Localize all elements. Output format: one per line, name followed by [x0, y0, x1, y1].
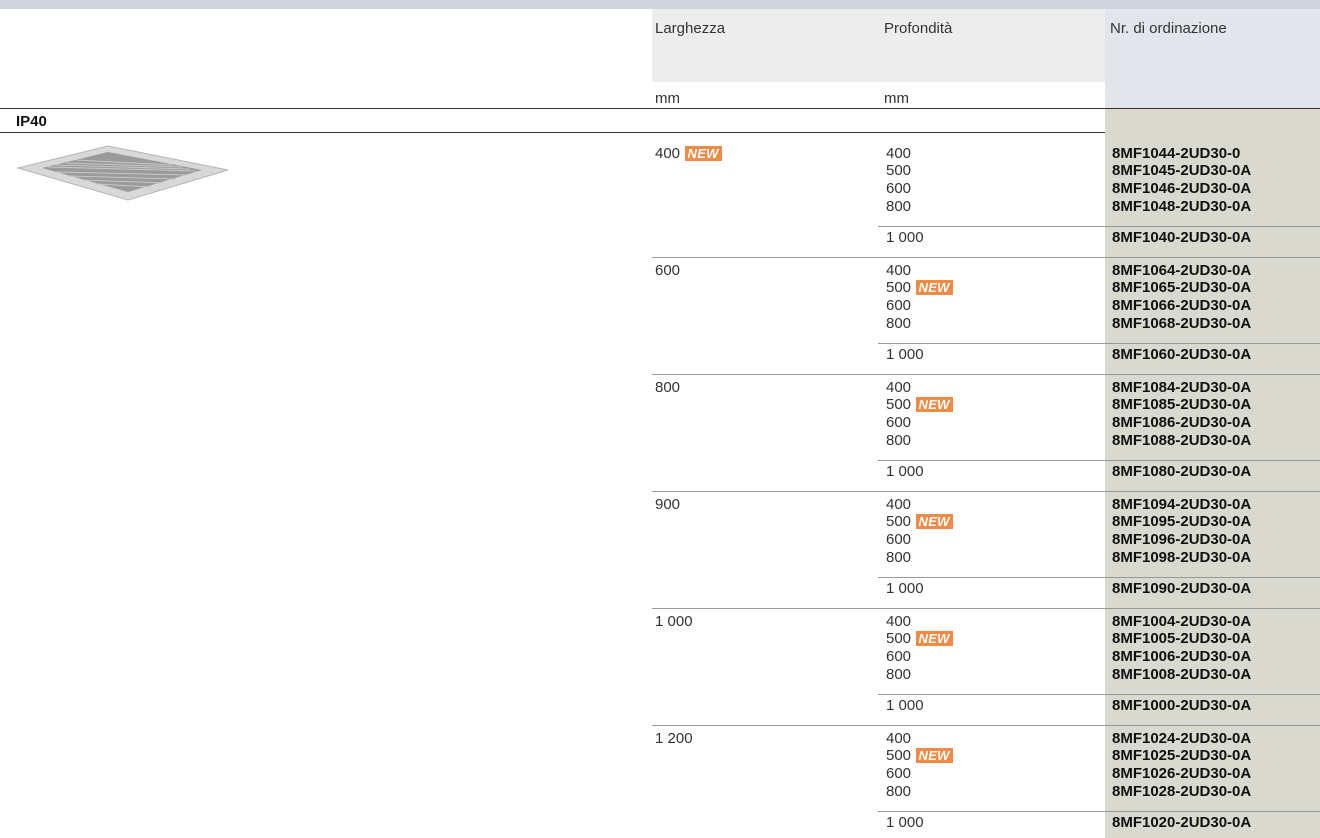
- depth-value: 1 000: [886, 463, 924, 480]
- new-badge: NEW: [915, 280, 953, 295]
- depth-value: 800: [886, 315, 912, 332]
- width-value: 600: [655, 262, 681, 279]
- unit-profondita: mm: [884, 90, 909, 107]
- order-number: 8MF1066-2UD30-0A: [1112, 297, 1252, 314]
- product-image-grille: [16, 144, 230, 213]
- depth-value: 500: [886, 396, 912, 413]
- depth-value: 600: [886, 297, 912, 314]
- order-number: 8MF1004-2UD30-0A: [1112, 613, 1252, 630]
- depth-value: 500: [886, 279, 912, 296]
- depth-value: 1 000: [886, 814, 924, 831]
- depth-value: 800: [886, 198, 912, 215]
- row-divider: [878, 577, 1320, 578]
- depth-value: 400: [886, 262, 912, 279]
- row-divider: [878, 694, 1320, 695]
- order-number: 8MF1068-2UD30-0A: [1112, 315, 1252, 332]
- group-divider: [652, 257, 1320, 258]
- order-number: 8MF1080-2UD30-0A: [1112, 463, 1252, 480]
- header-larghezza: Larghezza: [655, 20, 726, 37]
- order-number: 8MF1028-2UD30-0A: [1112, 783, 1252, 800]
- depth-value: 400: [886, 496, 912, 513]
- depth-value: 500: [886, 513, 912, 530]
- order-number: 8MF1065-2UD30-0A: [1112, 279, 1252, 296]
- depth-value: 500: [886, 630, 912, 647]
- row-divider: [878, 343, 1320, 344]
- depth-value: 1 000: [886, 229, 924, 246]
- order-number: 8MF1040-2UD30-0A: [1112, 229, 1252, 246]
- section-label: IP40: [16, 113, 47, 130]
- group-divider: [652, 374, 1320, 375]
- width-value: 800: [655, 379, 681, 396]
- order-number: 8MF1048-2UD30-0A: [1112, 198, 1252, 215]
- depth-value: 800: [886, 432, 912, 449]
- depth-value: 1 000: [886, 580, 924, 597]
- depth-value: 1 000: [886, 697, 924, 714]
- width-value: 900: [655, 496, 681, 513]
- order-number: 8MF1094-2UD30-0A: [1112, 496, 1252, 513]
- row-divider: [878, 226, 1320, 227]
- depth-value: 600: [886, 180, 912, 197]
- order-number: 8MF1020-2UD30-0A: [1112, 814, 1252, 831]
- order-number: 8MF1006-2UD30-0A: [1112, 648, 1252, 665]
- top-bar: [0, 0, 1320, 9]
- width-value: 400: [655, 145, 681, 162]
- order-number: 8MF1098-2UD30-0A: [1112, 549, 1252, 566]
- order-number: 8MF1085-2UD30-0A: [1112, 396, 1252, 413]
- new-badge: NEW: [915, 631, 953, 646]
- order-number: 8MF1044-2UD30-0: [1112, 145, 1241, 162]
- order-number: 8MF1046-2UD30-0A: [1112, 180, 1252, 197]
- new-badge: NEW: [915, 397, 953, 412]
- new-badge: NEW: [915, 514, 953, 529]
- order-number: 8MF1084-2UD30-0A: [1112, 379, 1252, 396]
- order-number: 8MF1088-2UD30-0A: [1112, 432, 1252, 449]
- depth-value: 400: [886, 145, 912, 162]
- depth-value: 600: [886, 765, 912, 782]
- order-number: 8MF1060-2UD30-0A: [1112, 346, 1252, 363]
- order-number: 8MF1025-2UD30-0A: [1112, 747, 1252, 764]
- depth-value: 500: [886, 162, 912, 179]
- width-value: 1 000: [655, 613, 693, 630]
- group-divider: [652, 608, 1320, 609]
- depth-value: 800: [886, 783, 912, 800]
- order-number: 8MF1086-2UD30-0A: [1112, 414, 1252, 431]
- section-rule: [0, 132, 1105, 133]
- group-divider: [652, 725, 1320, 726]
- order-number: 8MF1026-2UD30-0A: [1112, 765, 1252, 782]
- header-units-band: [652, 82, 1105, 109]
- order-number: 8MF1024-2UD30-0A: [1112, 730, 1252, 747]
- depth-value: 400: [886, 613, 912, 630]
- unit-larghezza: mm: [655, 90, 680, 107]
- depth-value: 500: [886, 747, 912, 764]
- depth-value: 800: [886, 666, 912, 683]
- depth-value: 800: [886, 549, 912, 566]
- header-order-number: Nr. di ordinazione: [1110, 20, 1227, 37]
- order-number: 8MF1095-2UD30-0A: [1112, 513, 1252, 530]
- group-divider: [652, 491, 1320, 492]
- new-badge: NEW: [684, 146, 722, 161]
- order-number: 8MF1045-2UD30-0A: [1112, 162, 1252, 179]
- header-rule: [0, 108, 1320, 109]
- row-divider: [878, 811, 1320, 812]
- width-value: 1 200: [655, 730, 693, 747]
- depth-value: 600: [886, 414, 912, 431]
- order-number: 8MF1000-2UD30-0A: [1112, 697, 1252, 714]
- order-number: 8MF1096-2UD30-0A: [1112, 531, 1252, 548]
- order-number: 8MF1064-2UD30-0A: [1112, 262, 1252, 279]
- depth-value: 400: [886, 379, 912, 396]
- depth-value: 600: [886, 531, 912, 548]
- new-badge: NEW: [915, 748, 953, 763]
- order-number: 8MF1005-2UD30-0A: [1112, 630, 1252, 647]
- order-number: 8MF1090-2UD30-0A: [1112, 580, 1252, 597]
- row-divider: [878, 460, 1320, 461]
- order-number: 8MF1008-2UD30-0A: [1112, 666, 1252, 683]
- header-profondita: Profondità: [884, 20, 953, 37]
- depth-value: 600: [886, 648, 912, 665]
- depth-value: 1 000: [886, 346, 924, 363]
- depth-value: 400: [886, 730, 912, 747]
